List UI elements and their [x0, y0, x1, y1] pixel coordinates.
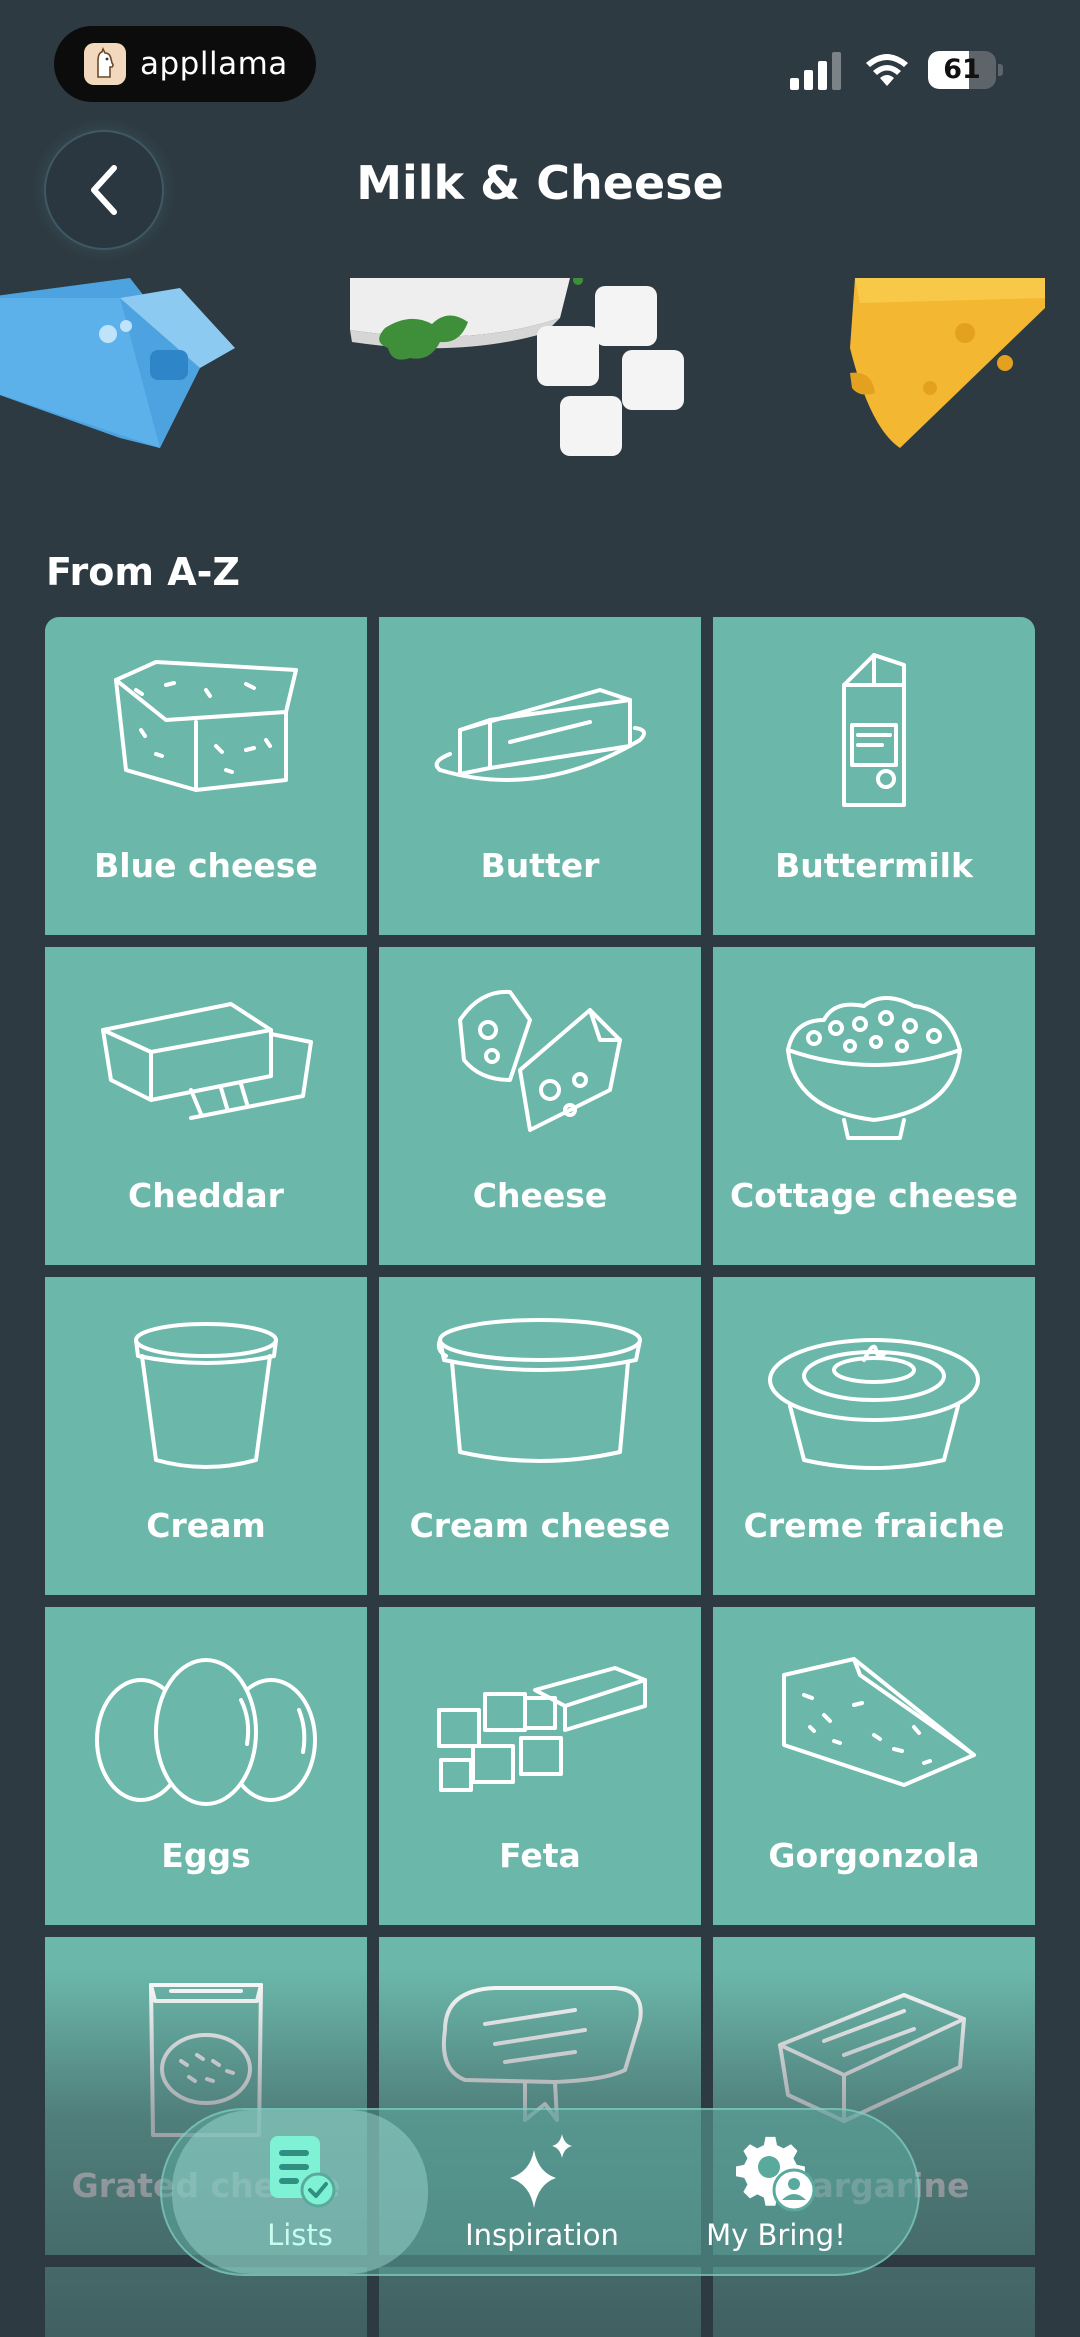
cheddar-icon [101, 1002, 313, 1120]
item-label: Gorgonzola [768, 1836, 980, 1875]
chevron-left-icon [91, 165, 117, 215]
item-label: Creme fraiche [743, 1506, 1005, 1545]
item-label: Blue cheese [94, 846, 318, 885]
battery-icon: 61 [928, 51, 1003, 89]
cheese-wedge-illustration [850, 278, 1045, 448]
wifi-icon [866, 54, 908, 86]
cream-icon [134, 1322, 278, 1469]
category-banner [0, 278, 1080, 478]
blue-cheese-icon [114, 660, 298, 792]
item-tile-partial[interactable] [713, 2267, 1035, 2337]
llama-logo-icon [84, 43, 126, 85]
butter-icon [434, 688, 646, 782]
section-heading: From A-Z [46, 550, 240, 594]
item-tile-eggs[interactable]: Eggs [45, 1607, 367, 1925]
nav-item-my-bring[interactable]: My Bring! [656, 2110, 896, 2274]
cottage-cheese-icon [786, 996, 962, 1140]
app-name: appllama [140, 46, 288, 82]
settings-profile-icon [736, 2136, 816, 2212]
item-tile-gorgonzola[interactable]: Gorgonzola [713, 1607, 1035, 1925]
gorgonzola-icon [782, 1657, 976, 1787]
status-bar: appllama 61 [0, 0, 1080, 120]
item-tile-buttermilk[interactable]: Buttermilk [713, 617, 1035, 935]
item-tile-partial[interactable] [379, 2267, 701, 2337]
app-pill: appllama [54, 26, 316, 102]
feta-icon [437, 1666, 647, 1792]
buttermilk-icon [842, 653, 906, 807]
item-label: Feta [499, 1836, 581, 1875]
item-label: Eggs [161, 1836, 251, 1875]
creme-fraiche-icon [768, 1338, 980, 1470]
battery-level: 61 [943, 54, 981, 85]
cream-cheese-icon [436, 1318, 642, 1463]
nav-label: Inspiration [465, 2218, 619, 2252]
lists-icon [270, 2136, 336, 2208]
nav-item-inspiration[interactable]: Inspiration [432, 2110, 652, 2274]
nav-label: My Bring! [706, 2218, 846, 2252]
cellular-signal-icon [790, 52, 841, 90]
nav-item-lists[interactable]: Lists [172, 2110, 428, 2274]
milk-carton-illustration [0, 278, 235, 448]
item-label: Cream cheese [409, 1506, 671, 1545]
item-tile-cheddar[interactable]: Cheddar [45, 947, 367, 1265]
nav-label: Lists [267, 2218, 333, 2252]
page-title: Milk & Cheese [356, 156, 724, 210]
item-tile-creme-fraiche[interactable]: Creme fraiche [713, 1277, 1035, 1595]
item-tile-partial[interactable] [45, 2267, 367, 2337]
item-tile-feta[interactable]: Feta [379, 1607, 701, 1925]
item-label: Cheese [472, 1176, 608, 1215]
item-label: Cottage cheese [729, 1176, 1019, 1215]
item-tile-blue-cheese[interactable]: Blue cheese [45, 617, 367, 935]
item-tile-cream-cheese[interactable]: Cream cheese [379, 1277, 701, 1595]
item-tile-cottage-cheese[interactable]: Cottage cheese [713, 947, 1035, 1265]
item-tile-cream[interactable]: Cream [45, 1277, 367, 1595]
item-label: Cream [146, 1506, 266, 1545]
item-label: Buttermilk [775, 846, 973, 885]
eggs-icon [95, 1658, 317, 1806]
item-tile-cheese[interactable]: Cheese [379, 947, 701, 1265]
sparkles-icon [510, 2134, 572, 2208]
screen: appllama 61 Milk & Cheese From A-Z Blue … [0, 0, 1080, 2337]
cheese-icon [458, 989, 622, 1132]
item-label: Cheddar [128, 1176, 284, 1215]
item-tile-butter[interactable]: Butter [379, 617, 701, 935]
back-button[interactable] [44, 130, 164, 250]
item-label: Butter [480, 846, 600, 885]
feta-illustration [350, 278, 684, 456]
bottom-navigation: Lists Inspiration My Bring! [160, 2108, 920, 2276]
